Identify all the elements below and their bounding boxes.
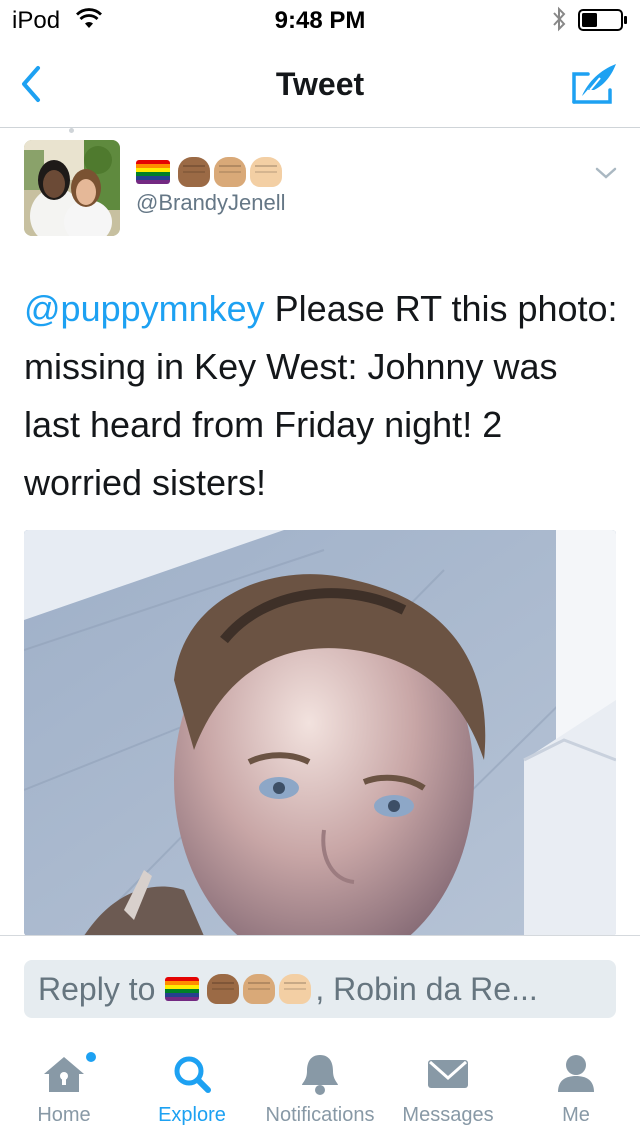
rainbow-flag-icon <box>165 977 200 1001</box>
search-icon <box>174 1056 211 1093</box>
user-handle[interactable]: @BrandyJenell <box>136 190 286 216</box>
tab-label: Me <box>562 1104 590 1126</box>
chevron-down-icon[interactable] <box>594 164 618 182</box>
fist-icon <box>250 157 282 187</box>
scroll-indicator <box>69 128 74 133</box>
nav-bar: Tweet <box>0 40 640 128</box>
reply-input[interactable]: Reply to , Robin da Re... <box>24 960 616 1018</box>
tab-label: Home <box>37 1104 91 1126</box>
tweet-photo[interactable] <box>24 530 616 936</box>
mention-link[interactable]: @puppymnkey <box>24 288 265 329</box>
tab-label: Messages <box>402 1104 494 1126</box>
status-bar: iPod 9:48 PM <box>0 0 640 40</box>
tab-me[interactable]: Me <box>512 1036 640 1136</box>
photo-image <box>24 530 616 936</box>
fist-icon <box>207 974 240 1004</box>
tab-explore[interactable]: Explore <box>128 1036 256 1136</box>
page-title: Tweet <box>275 66 365 102</box>
tab-label: Notifications <box>265 1104 375 1126</box>
compose-icon[interactable] <box>570 60 620 108</box>
person-icon <box>558 1055 594 1092</box>
tweet-text: @puppymnkey Please RT this photo: missin… <box>24 280 620 512</box>
avatar[interactable] <box>24 140 120 236</box>
bluetooth-icon <box>553 6 566 32</box>
fist-icon <box>279 974 312 1004</box>
tab-bar: Home Explore Notifications Messages Me <box>0 1036 640 1136</box>
rainbow-flag-icon <box>136 160 170 184</box>
tab-notifications[interactable]: Notifications <box>256 1036 384 1136</box>
fist-icon <box>243 974 276 1004</box>
fist-icon <box>214 157 246 187</box>
envelope-icon <box>428 1060 468 1088</box>
reply-prefix: Reply to <box>38 970 156 1007</box>
battery-icon <box>578 9 627 31</box>
avatar-photo <box>24 140 120 236</box>
home-icon <box>44 1057 84 1092</box>
home-badge-dot <box>86 1052 96 1062</box>
tab-home[interactable]: Home <box>0 1036 128 1136</box>
fist-icon <box>178 157 210 187</box>
display-name[interactable] <box>136 156 286 188</box>
divider <box>0 935 640 936</box>
bell-icon <box>302 1055 338 1095</box>
tab-messages[interactable]: Messages <box>384 1036 512 1136</box>
status-time: 9:48 PM <box>274 7 366 34</box>
tab-label: Explore <box>158 1104 226 1126</box>
reply-suffix: , Robin da Re... <box>315 970 538 1007</box>
